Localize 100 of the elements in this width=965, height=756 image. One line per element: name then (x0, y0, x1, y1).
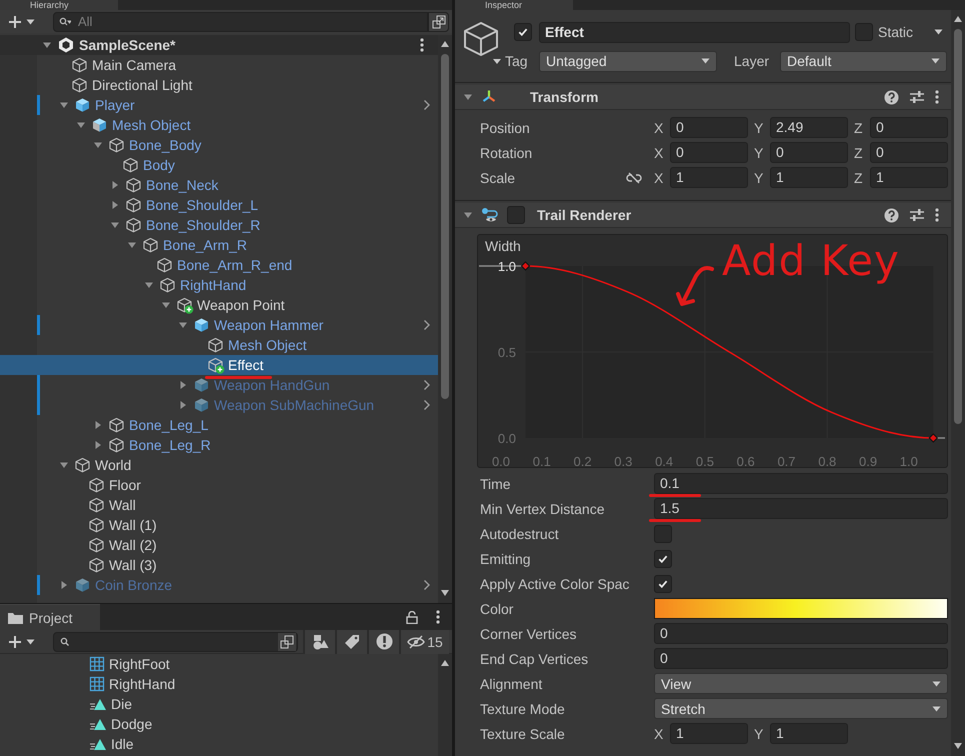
checkbox[interactable] (514, 23, 532, 41)
scene-header[interactable]: SampleScene* (0, 35, 438, 55)
key-point[interactable] (928, 433, 938, 443)
popout-button[interactable] (278, 632, 296, 650)
scrollbar[interactable] (951, 10, 965, 756)
caret-down-icon[interactable] (463, 92, 473, 102)
tree-item[interactable]: Body (0, 155, 438, 175)
search-field[interactable]: All (53, 12, 428, 32)
panel-tab[interactable]: Hierarchy (0, 0, 118, 10)
caret-down-icon[interactable] (144, 280, 154, 290)
caret-right-icon[interactable] (178, 400, 188, 410)
tree-item[interactable]: Player (0, 95, 438, 115)
tree-item[interactable]: Bone_Body (0, 135, 438, 155)
label-filter-button[interactable] (335, 630, 367, 654)
tree-item[interactable]: Wall (1) (0, 515, 438, 535)
warning-filter-button[interactable] (367, 630, 399, 654)
curve-editor[interactable]: Width 0.0 0.1 0.2 0.3 0.4 0.5 0.6 0.7 0.8 0.9 1.0 0.0 0.5 1.0 Add Key (477, 234, 948, 468)
caret-down-icon[interactable] (463, 210, 473, 220)
caret-down-icon[interactable] (76, 120, 86, 130)
number-field[interactable]: 0 (654, 623, 948, 644)
caret-right-icon[interactable] (93, 440, 103, 450)
tree-item[interactable]: Bone_Arm_R (0, 235, 438, 255)
tree-item[interactable]: Bone_Arm_R_end (0, 255, 438, 275)
plus-icon[interactable] (8, 14, 22, 28)
tree-item[interactable]: Bone_Leg_L (0, 415, 438, 435)
dropdown[interactable]: Stretch (654, 698, 948, 719)
caret-icon[interactable] (26, 18, 35, 24)
scroll-down-icon[interactable] (440, 589, 450, 597)
scroll-down-icon[interactable] (953, 742, 963, 750)
checkbox[interactable] (855, 23, 873, 41)
caret-right-icon[interactable] (59, 580, 69, 590)
component-header[interactable]: Transform (455, 85, 951, 110)
help-icon[interactable] (884, 208, 899, 222)
hidden-count-button[interactable]: 15 (399, 630, 449, 654)
tree-item[interactable]: Bone_Neck (0, 175, 438, 195)
caret-down-icon[interactable] (178, 320, 188, 330)
chevron-right-icon[interactable] (423, 99, 431, 111)
scroll-up-icon[interactable] (440, 659, 450, 667)
search-field[interactable] (53, 632, 298, 652)
tree-item[interactable]: Weapon Hammer (0, 315, 438, 335)
number-field[interactable]: 0 (870, 142, 948, 163)
tree-item[interactable]: Mesh Object (0, 115, 438, 135)
checkbox[interactable] (654, 524, 672, 542)
tree-item[interactable]: Wall (3) (0, 555, 438, 575)
asset-item[interactable]: Dodge (0, 714, 438, 734)
chevron-right-icon[interactable] (423, 379, 431, 391)
popout-button[interactable] (428, 12, 449, 32)
tree-item[interactable]: Mesh Object (0, 335, 438, 355)
number-field[interactable]: 1 (670, 167, 748, 188)
preset-icon[interactable] (910, 208, 924, 222)
number-field[interactable]: 0 (670, 142, 748, 163)
caret-down-icon[interactable] (42, 40, 52, 50)
scrollbar[interactable] (438, 35, 452, 603)
caret-down-icon[interactable] (110, 220, 120, 230)
scroll-up-icon[interactable] (440, 40, 450, 48)
tag-dropdown[interactable]: Untagged (539, 50, 717, 72)
lock-icon[interactable] (406, 610, 418, 624)
number-field[interactable]: 0 (770, 142, 848, 163)
caret-down-icon[interactable] (59, 460, 69, 470)
number-field[interactable]: 2.49 (770, 117, 848, 138)
panel-tab[interactable]: Inspector (455, 0, 573, 10)
chevron-right-icon[interactable] (423, 319, 431, 331)
gradient-field[interactable] (654, 598, 948, 619)
tree-item[interactable]: Bone_Leg_R (0, 435, 438, 455)
name-field[interactable]: Effect (539, 22, 850, 42)
component-header[interactable]: Trail Renderer (455, 203, 951, 228)
more-icon[interactable] (420, 38, 424, 52)
caret-down-icon[interactable] (127, 240, 137, 250)
tree-item[interactable]: Wall (0, 495, 438, 515)
type-filter-button[interactable] (303, 630, 335, 654)
more-icon[interactable] (935, 208, 939, 222)
number-field[interactable]: 1 (870, 167, 948, 188)
caret-down-icon[interactable] (93, 140, 103, 150)
tree-item[interactable]: RightHand (0, 275, 438, 295)
chevron-right-icon[interactable] (423, 579, 431, 591)
caret-right-icon[interactable] (110, 180, 120, 190)
caret-right-icon[interactable] (110, 200, 120, 210)
tree-item[interactable]: Bone_Shoulder_R (0, 215, 438, 235)
caret-icon[interactable] (26, 638, 35, 644)
number-field[interactable]: 0 (670, 117, 748, 138)
number-field[interactable]: 0 (870, 117, 948, 138)
caret-right-icon[interactable] (178, 380, 188, 390)
tree-item[interactable]: World (0, 455, 438, 475)
tree-item[interactable]: Wall (2) (0, 535, 438, 555)
checkbox[interactable] (654, 550, 672, 568)
tree-item[interactable]: Bone_Shoulder_L (0, 195, 438, 215)
caret-right-icon[interactable] (93, 420, 103, 430)
chevron-right-icon[interactable] (423, 399, 431, 411)
more-icon[interactable] (935, 90, 939, 104)
asset-item[interactable]: RightHand (0, 674, 438, 694)
layer-dropdown[interactable]: Default (780, 50, 947, 72)
scroll-up-icon[interactable] (953, 15, 963, 23)
key-point[interactable] (520, 261, 530, 271)
asset-item[interactable]: Die (0, 694, 438, 714)
scrollbar[interactable] (438, 654, 452, 756)
plus-icon[interactable] (8, 634, 22, 648)
number-field[interactable]: 1 (670, 723, 748, 744)
tree-item[interactable]: Directional Light (0, 75, 438, 95)
tree-item[interactable]: Main Camera (0, 55, 438, 75)
number-field[interactable]: 0 (654, 648, 948, 669)
